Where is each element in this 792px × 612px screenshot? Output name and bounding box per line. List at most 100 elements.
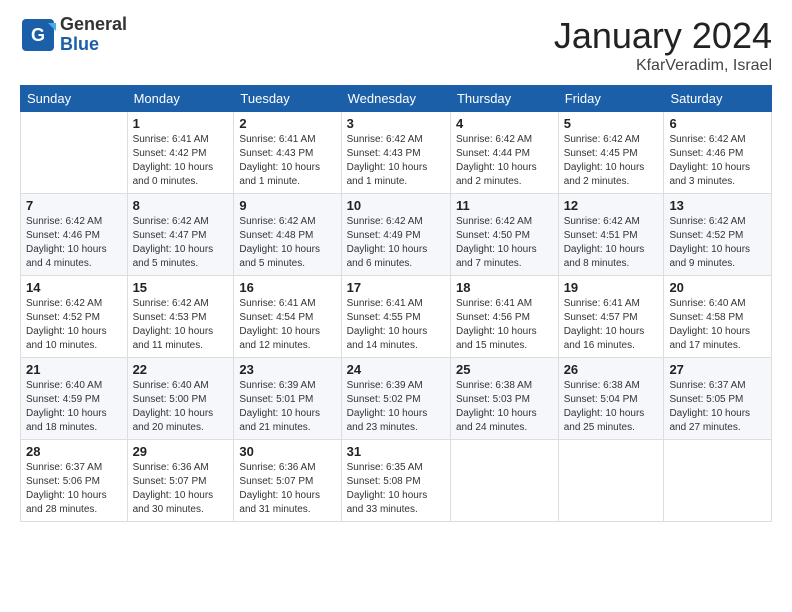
day-info: Sunrise: 6:41 AM Sunset: 4:42 PM Dayligh… <box>133 133 229 189</box>
sunset-text: Sunset: 5:01 PM <box>239 394 313 405</box>
table-row: 29 Sunrise: 6:36 AM Sunset: 5:07 PM Dayl… <box>127 440 234 522</box>
table-row: 5 Sunrise: 6:42 AM Sunset: 4:45 PM Dayli… <box>558 112 664 194</box>
header-saturday: Saturday <box>664 86 772 112</box>
location: KfarVeradim, Israel <box>554 57 772 75</box>
table-row: 9 Sunrise: 6:42 AM Sunset: 4:48 PM Dayli… <box>234 194 341 276</box>
daylight-text: Daylight: 10 hours and 31 minutes. <box>239 490 320 515</box>
daylight-text: Daylight: 10 hours and 2 minutes. <box>456 162 537 187</box>
table-row <box>450 440 558 522</box>
day-info: Sunrise: 6:42 AM Sunset: 4:52 PM Dayligh… <box>669 215 766 271</box>
sunset-text: Sunset: 4:50 PM <box>456 230 530 241</box>
day-number: 18 <box>456 280 553 295</box>
daylight-text: Daylight: 10 hours and 30 minutes. <box>133 490 214 515</box>
sunrise-text: Sunrise: 6:42 AM <box>347 216 423 227</box>
days-header-row: Sunday Monday Tuesday Wednesday Thursday… <box>21 86 772 112</box>
daylight-text: Daylight: 10 hours and 10 minutes. <box>26 326 107 351</box>
day-number: 2 <box>239 116 335 131</box>
table-row: 24 Sunrise: 6:39 AM Sunset: 5:02 PM Dayl… <box>341 358 450 440</box>
sunrise-text: Sunrise: 6:41 AM <box>133 134 209 145</box>
sunrise-text: Sunrise: 6:41 AM <box>347 298 423 309</box>
daylight-text: Daylight: 10 hours and 14 minutes. <box>347 326 428 351</box>
sunrise-text: Sunrise: 6:42 AM <box>564 134 640 145</box>
sunrise-text: Sunrise: 6:36 AM <box>133 462 209 473</box>
day-number: 5 <box>564 116 659 131</box>
table-row: 22 Sunrise: 6:40 AM Sunset: 5:00 PM Dayl… <box>127 358 234 440</box>
day-info: Sunrise: 6:38 AM Sunset: 5:04 PM Dayligh… <box>564 379 659 435</box>
table-row: 19 Sunrise: 6:41 AM Sunset: 4:57 PM Dayl… <box>558 276 664 358</box>
sunset-text: Sunset: 4:52 PM <box>26 312 100 323</box>
daylight-text: Daylight: 10 hours and 21 minutes. <box>239 408 320 433</box>
header-thursday: Thursday <box>450 86 558 112</box>
sunset-text: Sunset: 4:49 PM <box>347 230 421 241</box>
day-info: Sunrise: 6:36 AM Sunset: 5:07 PM Dayligh… <box>239 461 335 517</box>
day-info: Sunrise: 6:41 AM Sunset: 4:56 PM Dayligh… <box>456 297 553 353</box>
day-number: 10 <box>347 198 445 213</box>
sunset-text: Sunset: 4:48 PM <box>239 230 313 241</box>
daylight-text: Daylight: 10 hours and 5 minutes. <box>239 244 320 269</box>
daylight-text: Daylight: 10 hours and 9 minutes. <box>669 244 750 269</box>
day-number: 15 <box>133 280 229 295</box>
daylight-text: Daylight: 10 hours and 20 minutes. <box>133 408 214 433</box>
day-number: 28 <box>26 444 122 459</box>
sunrise-text: Sunrise: 6:40 AM <box>133 380 209 391</box>
daylight-text: Daylight: 10 hours and 11 minutes. <box>133 326 214 351</box>
sunset-text: Sunset: 4:47 PM <box>133 230 207 241</box>
daylight-text: Daylight: 10 hours and 3 minutes. <box>669 162 750 187</box>
sunset-text: Sunset: 5:05 PM <box>669 394 743 405</box>
daylight-text: Daylight: 10 hours and 24 minutes. <box>456 408 537 433</box>
daylight-text: Daylight: 10 hours and 2 minutes. <box>564 162 645 187</box>
day-number: 30 <box>239 444 335 459</box>
table-row <box>558 440 664 522</box>
sunrise-text: Sunrise: 6:42 AM <box>456 216 532 227</box>
sunset-text: Sunset: 5:02 PM <box>347 394 421 405</box>
day-number: 8 <box>133 198 229 213</box>
daylight-text: Daylight: 10 hours and 23 minutes. <box>347 408 428 433</box>
table-row: 26 Sunrise: 6:38 AM Sunset: 5:04 PM Dayl… <box>558 358 664 440</box>
sunrise-text: Sunrise: 6:42 AM <box>669 216 745 227</box>
day-info: Sunrise: 6:41 AM Sunset: 4:54 PM Dayligh… <box>239 297 335 353</box>
table-row: 25 Sunrise: 6:38 AM Sunset: 5:03 PM Dayl… <box>450 358 558 440</box>
table-row: 27 Sunrise: 6:37 AM Sunset: 5:05 PM Dayl… <box>664 358 772 440</box>
day-info: Sunrise: 6:38 AM Sunset: 5:03 PM Dayligh… <box>456 379 553 435</box>
svg-text:G: G <box>31 25 45 45</box>
daylight-text: Daylight: 10 hours and 5 minutes. <box>133 244 214 269</box>
daylight-text: Daylight: 10 hours and 0 minutes. <box>133 162 214 187</box>
sunrise-text: Sunrise: 6:37 AM <box>669 380 745 391</box>
sunrise-text: Sunrise: 6:41 AM <box>239 298 315 309</box>
day-number: 27 <box>669 362 766 377</box>
day-number: 29 <box>133 444 229 459</box>
day-number: 21 <box>26 362 122 377</box>
sunrise-text: Sunrise: 6:40 AM <box>669 298 745 309</box>
day-number: 19 <box>564 280 659 295</box>
logo-blue: Blue <box>60 35 127 55</box>
day-info: Sunrise: 6:41 AM Sunset: 4:55 PM Dayligh… <box>347 297 445 353</box>
daylight-text: Daylight: 10 hours and 1 minute. <box>239 162 320 187</box>
sunrise-text: Sunrise: 6:40 AM <box>26 380 102 391</box>
table-row: 18 Sunrise: 6:41 AM Sunset: 4:56 PM Dayl… <box>450 276 558 358</box>
title-section: January 2024 KfarVeradim, Israel <box>554 15 772 75</box>
day-number: 4 <box>456 116 553 131</box>
day-number: 26 <box>564 362 659 377</box>
sunrise-text: Sunrise: 6:39 AM <box>239 380 315 391</box>
day-number: 31 <box>347 444 445 459</box>
logo-icon: G <box>20 17 56 53</box>
table-row: 2 Sunrise: 6:41 AM Sunset: 4:43 PM Dayli… <box>234 112 341 194</box>
day-info: Sunrise: 6:41 AM Sunset: 4:57 PM Dayligh… <box>564 297 659 353</box>
sunrise-text: Sunrise: 6:36 AM <box>239 462 315 473</box>
daylight-text: Daylight: 10 hours and 27 minutes. <box>669 408 750 433</box>
sunrise-text: Sunrise: 6:42 AM <box>347 134 423 145</box>
daylight-text: Daylight: 10 hours and 7 minutes. <box>456 244 537 269</box>
daylight-text: Daylight: 10 hours and 4 minutes. <box>26 244 107 269</box>
day-number: 9 <box>239 198 335 213</box>
table-row <box>21 112 128 194</box>
logo: G General Blue <box>20 15 127 55</box>
day-number: 7 <box>26 198 122 213</box>
table-row: 20 Sunrise: 6:40 AM Sunset: 4:58 PM Dayl… <box>664 276 772 358</box>
sunrise-text: Sunrise: 6:41 AM <box>564 298 640 309</box>
day-number: 22 <box>133 362 229 377</box>
day-info: Sunrise: 6:37 AM Sunset: 5:06 PM Dayligh… <box>26 461 122 517</box>
daylight-text: Daylight: 10 hours and 12 minutes. <box>239 326 320 351</box>
daylight-text: Daylight: 10 hours and 8 minutes. <box>564 244 645 269</box>
day-info: Sunrise: 6:40 AM Sunset: 5:00 PM Dayligh… <box>133 379 229 435</box>
sunset-text: Sunset: 4:54 PM <box>239 312 313 323</box>
